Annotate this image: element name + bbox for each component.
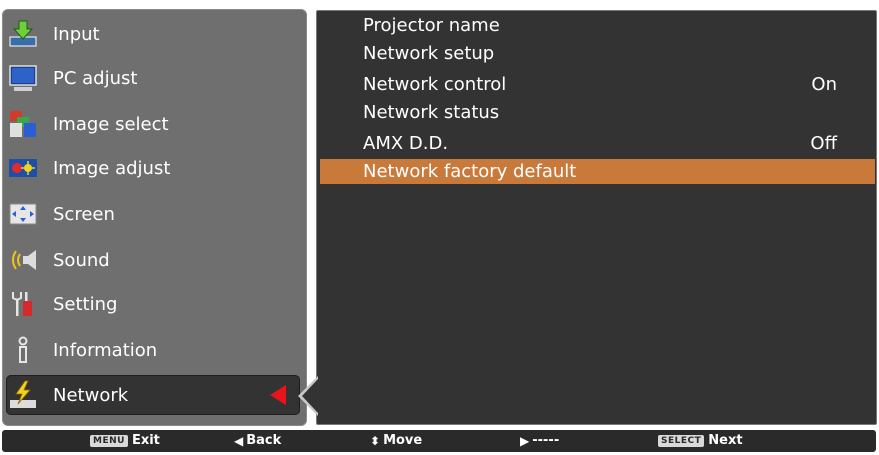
menu-item-information[interactable]: Information <box>6 330 300 370</box>
image-adjust-icon <box>7 152 39 184</box>
network-icon <box>7 379 39 411</box>
projector-osd: Input PC adjust Image select Image adjus… <box>0 0 879 455</box>
menu-item-sound[interactable]: Sound <box>6 240 300 280</box>
submenu-item-projector-name[interactable]: Projector name <box>320 13 875 38</box>
hint-back-label: Back <box>246 433 282 448</box>
submenu-pointer-inner <box>302 379 318 413</box>
forward-arrow-icon: ▶ <box>520 433 530 448</box>
information-icon <box>7 334 39 366</box>
submenu-item-network-status[interactable]: Network status <box>320 100 875 125</box>
bottom-hint-bar: MENU Exit ◀ Back ⬍ Move ▶ ----- SELECT N… <box>2 430 876 452</box>
menu-item-image-adjust[interactable]: Image adjust <box>6 148 300 188</box>
submenu-item-label: Projector name <box>363 15 500 36</box>
submenu-item-label: Network factory default <box>363 161 577 182</box>
pc-adjust-icon <box>7 62 39 94</box>
sound-icon <box>7 244 39 276</box>
menu-item-network[interactable]: Network <box>6 375 300 415</box>
selection-arrow-icon <box>270 385 286 405</box>
hint-next-label: Next <box>708 433 743 448</box>
menu-item-input[interactable]: Input <box>6 14 300 54</box>
submenu-item-network-control[interactable]: Network control On <box>320 72 875 97</box>
submenu-item-network-factory-default[interactable]: Network factory default <box>320 159 875 184</box>
menu-item-label: Screen <box>53 203 115 225</box>
image-select-icon <box>7 108 39 140</box>
menu-item-label: Sound <box>53 249 110 271</box>
submenu-item-amx-dd[interactable]: AMX D.D. Off <box>320 131 875 156</box>
menu-item-label: Image select <box>53 113 169 135</box>
submenu-item-value: On <box>811 74 837 95</box>
menu-item-label: Input <box>53 23 100 45</box>
hint-back: ◀ Back <box>234 433 281 448</box>
submenu-item-network-setup[interactable]: Network setup <box>320 41 875 66</box>
submenu-item-label: Network status <box>363 102 500 123</box>
hint-forward: ▶ ----- <box>520 433 559 448</box>
menu-item-screen[interactable]: Screen <box>6 194 300 234</box>
input-icon <box>7 18 39 50</box>
submenu-item-value: Off <box>810 133 837 154</box>
menu-item-image-select[interactable]: Image select <box>6 104 300 144</box>
menu-item-label: Network <box>53 384 129 406</box>
hint-exit: MENU Exit <box>90 433 160 448</box>
menu-item-label: Image adjust <box>53 157 171 179</box>
up-down-arrow-icon: ⬍ <box>370 433 381 448</box>
hint-exit-label: Exit <box>131 433 160 448</box>
menu-item-label: PC adjust <box>53 67 138 89</box>
hint-move-label: Move <box>383 433 423 448</box>
menu-item-pc-adjust[interactable]: PC adjust <box>6 58 300 98</box>
submenu-item-label: Network control <box>363 74 507 95</box>
select-key-icon: SELECT <box>658 434 705 447</box>
submenu-item-label: Network setup <box>363 43 495 64</box>
submenu-item-label: AMX D.D. <box>363 133 449 154</box>
screen-icon <box>7 198 39 230</box>
back-arrow-icon: ◀ <box>234 433 244 448</box>
menu-item-setting[interactable]: Setting <box>6 284 300 324</box>
menu-item-label: Setting <box>53 293 118 315</box>
setting-icon <box>7 288 39 320</box>
hint-forward-label: ----- <box>532 433 560 448</box>
menu-key-icon: MENU <box>90 434 128 447</box>
hint-move: ⬍ Move <box>370 433 422 448</box>
menu-item-label: Information <box>53 339 158 361</box>
hint-next: SELECT Next <box>658 433 743 448</box>
